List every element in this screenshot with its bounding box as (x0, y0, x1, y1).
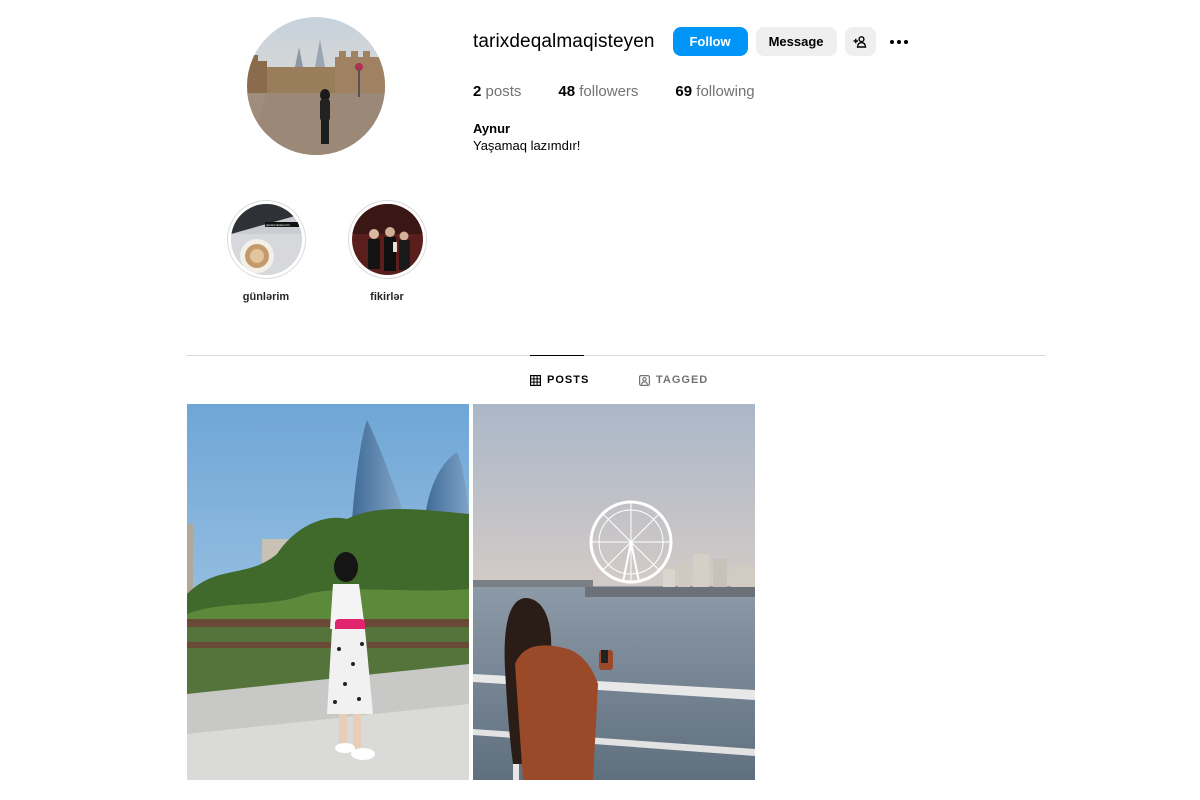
avatar-photo (247, 17, 385, 155)
tab-posts-label: POSTS (547, 374, 590, 386)
highlight-label: günlərim (242, 291, 290, 303)
posts-count: 2 (473, 83, 482, 100)
post-thumbnail[interactable] (187, 404, 469, 780)
highlight-cover: günlərimizdən biri (230, 204, 302, 275)
profile-full-name: Aynur (473, 121, 511, 136)
profile-bio: Yaşamaq lazımdır! (473, 138, 581, 153)
profile-avatar[interactable] (247, 17, 385, 155)
post-thumbnail[interactable] (473, 404, 755, 780)
more-options-button[interactable] (888, 27, 910, 56)
followers-count: 48 (558, 83, 576, 100)
follow-button[interactable]: Follow (672, 27, 748, 56)
message-button[interactable]: Message (755, 27, 837, 56)
following-stat[interactable]: 69 following (675, 83, 754, 100)
following-count: 69 (675, 83, 693, 100)
highlight-ring: günlərimizdən biri (226, 200, 306, 279)
following-label: following (696, 83, 755, 100)
active-tab-indicator (530, 355, 584, 356)
person-plus-icon (853, 35, 867, 48)
followers-label: followers (579, 83, 639, 100)
followers-stat[interactable]: 48 followers (558, 83, 638, 100)
highlight-coffee-photo: günlərimizdən biri (230, 204, 302, 275)
posts-label: posts (485, 83, 522, 100)
profile-header: tarixdeqalmaqisteyen Follow Message (473, 27, 910, 56)
tab-posts[interactable]: POSTS (530, 374, 589, 386)
tabs-divider (186, 355, 1046, 356)
suggested-users-button[interactable] (844, 27, 876, 56)
grid-icon (530, 374, 541, 386)
tab-tagged-label: TAGGED (656, 374, 709, 386)
posts-stat: 2 posts (473, 83, 521, 100)
highlight-fikirler[interactable]: fikirlər (342, 200, 432, 303)
profile-page: tarixdeqalmaqisteyen Follow Message 2 po… (0, 0, 1200, 800)
tab-tagged[interactable]: TAGGED (639, 374, 708, 386)
highlight-people-photo (351, 204, 423, 275)
more-options-icon (889, 39, 908, 44)
post-photo-seaside-ferris-wheel (473, 404, 755, 780)
username: tarixdeqalmaqisteyen (473, 30, 655, 52)
post-photo-flame-towers (187, 404, 469, 780)
highlight-gunlerim[interactable]: günlərimizdən biri günlərim (221, 200, 311, 303)
tagged-icon (639, 374, 650, 386)
highlight-cover (351, 204, 423, 275)
highlight-overlay-text: günlərimizdən biri (266, 223, 290, 227)
profile-stats: 2 posts 48 followers 69 following (473, 83, 792, 100)
highlight-label: fikirlər (370, 291, 404, 303)
highlight-ring (347, 200, 427, 279)
